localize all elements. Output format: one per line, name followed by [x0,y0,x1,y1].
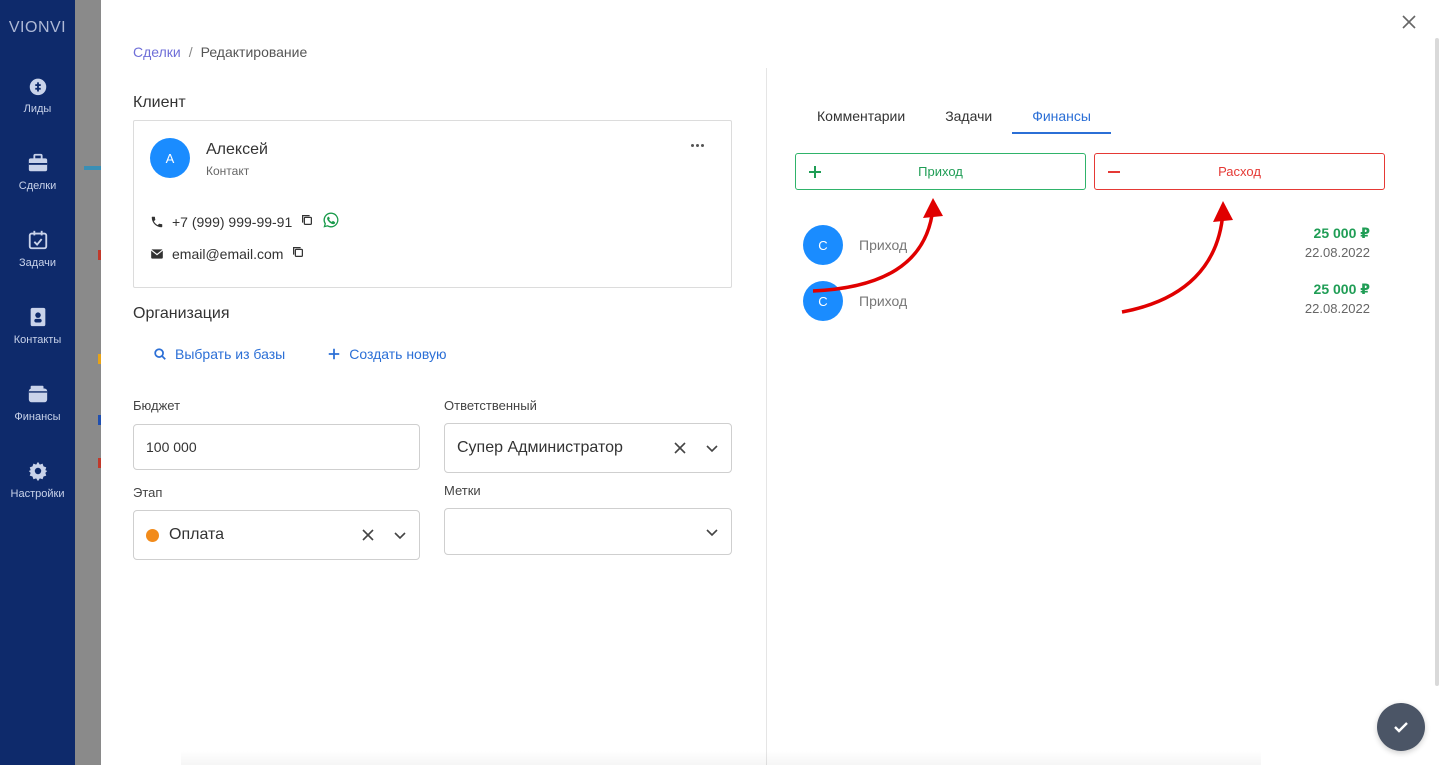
more-dots-icon [700,143,704,147]
envelope-icon [150,248,164,259]
sidebar-item-leads[interactable]: Лиды [0,56,75,133]
record-type: Приход [859,293,908,309]
deal-tabs: Комментарии Задачи Финансы [797,100,1111,134]
annotation-arrowhead-income [923,198,943,218]
stage-label: Этап [133,485,163,500]
tab-finance[interactable]: Финансы [1012,100,1111,134]
plus-icon [328,348,340,360]
sidebar-item-label: Контакты [13,333,62,346]
record-type: Приход [859,237,908,253]
select-from-db-label: Выбрать из базы [175,346,286,362]
record-avatar: С [803,225,843,265]
check-icon [1394,722,1408,733]
client-avatar: А [150,138,190,178]
sidebar-item-finance[interactable]: Финансы [0,364,75,441]
address-book-icon [30,307,45,326]
whatsapp-icon [323,212,339,228]
clear-icon[interactable] [673,441,687,455]
plus-icon [809,166,821,178]
minus-icon [1108,171,1120,173]
deal-edit-modal: Сделки / Редактирование Клиент А Алексей… [101,0,1439,765]
chevron-down-icon[interactable] [705,441,719,455]
chevron-down-icon[interactable] [705,525,719,539]
scrollbar[interactable] [1435,38,1439,686]
background-page [75,0,101,765]
brand-logo: VIONVI [8,19,67,36]
stage-color-dot [146,528,159,542]
clear-icon[interactable] [361,528,375,542]
phone-icon [151,216,163,227]
client-phone[interactable]: +7 (999) 999-99-91 [172,214,292,230]
budget-value: 100 000 [146,439,197,455]
sidebar-item-label: Финансы [14,410,61,423]
sidebar-item-label: Настройки [10,487,65,500]
organization-section-title: Организация [133,305,230,322]
responsible-label: Ответственный [444,398,537,413]
briefcase-icon [28,153,47,171]
deal-form-pane: Клиент А Алексей Контакт +7 (999) 999-99… [101,0,766,765]
add-expense-label: Расход [1218,164,1261,179]
stage-select[interactable]: Оплата [133,510,420,560]
dollar-bag-icon [29,78,46,95]
sidebar-item-settings[interactable]: Настройки [0,441,75,518]
bottom-fade [181,751,1261,765]
sidebar-item-label: Задачи [19,256,56,269]
close-modal-button[interactable] [1399,12,1419,32]
record-amount: 25 000 ₽ [1313,225,1370,241]
client-card: А Алексей Контакт +7 (999) 999-99-91 ema… [133,120,732,288]
pane-divider [766,68,767,765]
stage-value: Оплата [169,526,225,543]
record-date: 22.08.2022 [1304,301,1370,316]
sidebar: VIONVI Лиды Сделки Задачи Контакты Финан… [0,0,75,765]
budget-input[interactable]: 100 000 [133,424,420,470]
sidebar-item-label: Лиды [23,102,52,115]
budget-label: Бюджет [133,398,181,413]
chevron-down-icon[interactable] [393,528,407,542]
finance-record[interactable]: С Приход 25 000 ₽ 22.08.2022 [803,225,1370,265]
add-income-label: Приход [918,164,963,179]
responsible-select[interactable]: Супер Администратор [444,423,732,473]
create-new-org-button[interactable]: Создать новую [327,346,446,362]
copy-email-button[interactable] [291,245,305,262]
sidebar-item-label: Сделки [18,179,57,192]
tags-label: Метки [444,483,481,498]
client-phone-line: +7 (999) 999-99-91 [150,211,340,232]
tab-tasks[interactable]: Задачи [925,100,1012,134]
record-avatar: С [803,281,843,321]
search-icon [154,348,166,360]
copy-icon [302,215,313,225]
copy-icon [293,247,304,257]
add-income-button[interactable]: Приход [795,153,1086,190]
client-section-title: Клиент [133,94,186,111]
sidebar-item-tasks[interactable]: Задачи [0,210,75,287]
tags-select[interactable] [444,508,732,555]
tab-comments[interactable]: Комментарии [797,100,925,134]
sidebar-item-contacts[interactable]: Контакты [0,287,75,364]
record-amount: 25 000 ₽ [1313,281,1370,297]
client-email-line: email@email.com [150,245,305,262]
close-icon [1402,15,1416,29]
sidebar-item-deals[interactable]: Сделки [0,133,75,210]
whatsapp-button[interactable] [322,211,340,232]
more-dots-icon [690,143,694,147]
save-confirm-button[interactable] [1377,703,1425,751]
finance-record[interactable]: С Приход 25 000 ₽ 22.08.2022 [803,281,1370,321]
client-role: Контакт [206,164,250,178]
client-name[interactable]: Алексей [206,141,268,159]
gear-icon [28,461,47,481]
organization-actions: Выбрать из базы Создать новую [153,346,446,362]
add-expense-button[interactable]: Расход [1094,153,1385,190]
background-tab-indicator [84,166,101,170]
calendar-check-icon [28,230,47,249]
create-new-org-label: Создать новую [349,346,447,362]
select-from-db-button[interactable]: Выбрать из базы [153,346,285,362]
annotation-arrowhead-expense [1213,201,1233,222]
client-more-button[interactable] [687,139,707,151]
record-date: 22.08.2022 [1304,245,1370,260]
copy-phone-button[interactable] [300,213,314,230]
client-email[interactable]: email@email.com [172,246,283,262]
responsible-value: Супер Администратор [457,439,623,456]
more-dots-icon [695,143,699,147]
wallet-icon [28,385,47,402]
